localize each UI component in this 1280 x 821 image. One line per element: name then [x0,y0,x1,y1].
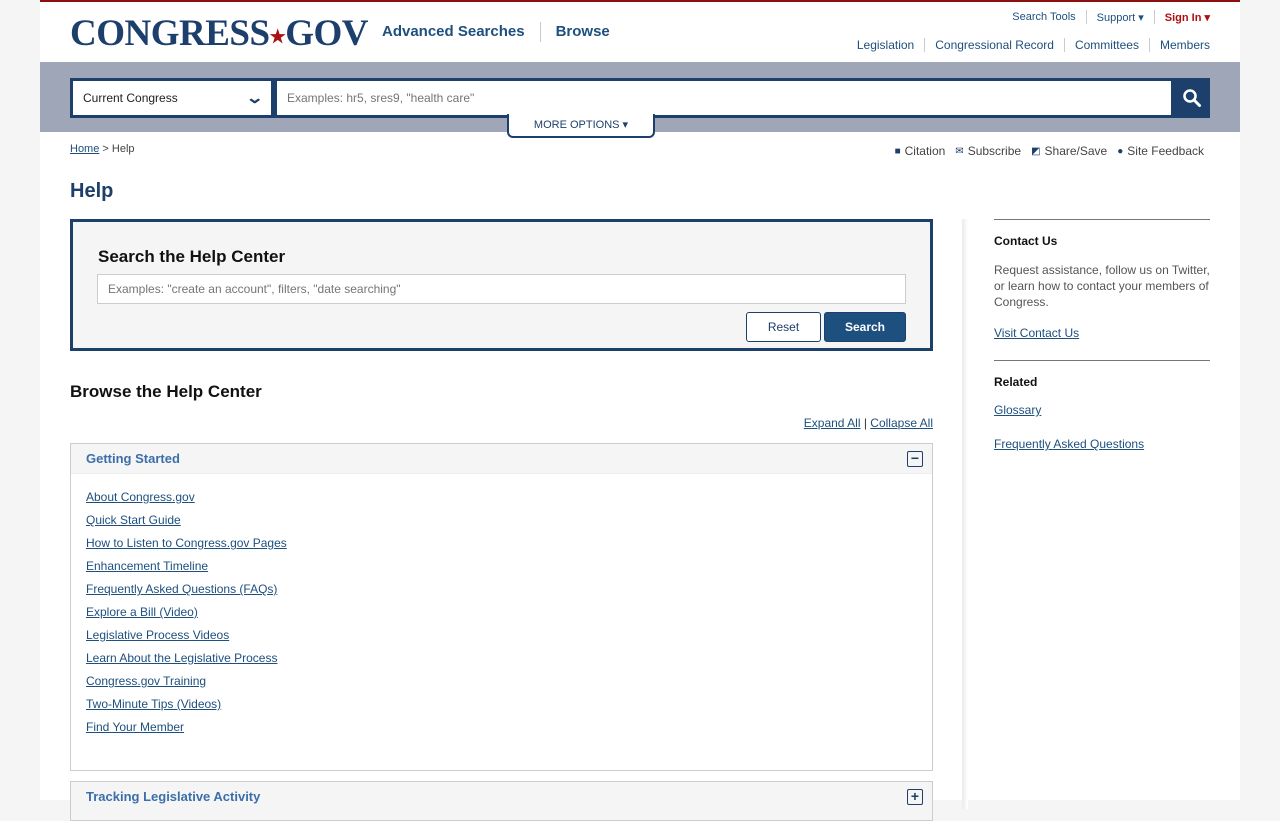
breadcrumb: Home > Help [70,143,135,155]
help-link[interactable]: Learn About the Legislative Process [86,651,277,665]
list-item: How to Listen to Congress.gov Pages [86,534,932,557]
collapse-icon[interactable]: − [907,451,923,467]
accordion-header[interactable]: Getting Started − [71,444,932,474]
page-title: Help [70,180,114,202]
share-icon: ◩ [1031,145,1041,157]
list-item: Learn About the Legislative Process [86,649,932,672]
help-link[interactable]: How to Listen to Congress.gov Pages [86,536,287,550]
list-item: Enhancement Timeline [86,557,932,580]
nav-congressional-record[interactable]: Congressional Record [925,38,1064,52]
share-save-label: Share/Save [1044,144,1108,158]
expand-collapse-controls: Expand All | Collapse All [804,416,933,430]
help-link[interactable]: Legislative Process Videos [86,628,229,642]
list-item: About Congress.gov [86,488,932,511]
expand-collapse-divider: | [860,416,871,430]
search-band: Current Congress ⌄ MORE OPTIONS ▾ [40,62,1240,138]
help-search-panel: Search the Help Center Reset Search [70,219,933,351]
nav-browse[interactable]: Browse [541,22,625,42]
main-search-input[interactable] [274,78,1174,118]
help-link[interactable]: Enhancement Timeline [86,559,208,573]
accordion-title: Getting Started [86,451,180,466]
help-link[interactable]: About Congress.gov [86,490,195,504]
share-save-tool[interactable]: ◩ Share/Save [1031,144,1107,158]
breadcrumb-separator: > [99,143,112,155]
sidebar: Contact Us Request assistance, follow us… [994,219,1210,471]
help-search-button[interactable]: Search [824,312,906,342]
subscribe-tool[interactable]: ✉ Subscribe [955,144,1021,158]
main-search-button[interactable] [1174,78,1210,118]
list-item: Explore a Bill (Video) [86,603,932,626]
faq-link[interactable]: Frequently Asked Questions [994,437,1210,451]
breadcrumb-current: Help [111,143,135,155]
page-tools: ■ Citation ✉ Subscribe ◩ Share/Save ● Site F… [885,144,1204,158]
search-icon [1183,89,1201,107]
support-menu[interactable]: Support ▾ [1087,11,1154,24]
related-title: Related [994,375,1038,389]
list-item: Legislative Process Videos [86,626,932,649]
help-link[interactable]: Explore a Bill (Video) [86,605,198,619]
secondary-nav: Legislation Congressional Record Committ… [847,38,1210,52]
logo-star-icon: ★ [269,26,286,47]
list-item: Congress.gov Training [86,672,932,695]
help-link[interactable]: Two-Minute Tips (Videos) [86,697,221,711]
list-item: Quick Start Guide [86,511,932,534]
speech-bubble-icon: ● [1117,145,1124,157]
scope-select-value: Current Congress [83,91,178,105]
expand-all-link[interactable]: Expand All [804,416,861,430]
more-options-button[interactable]: MORE OPTIONS ▾ [507,114,655,138]
list-item: Two-Minute Tips (Videos) [86,695,932,718]
reset-button[interactable]: Reset [746,312,821,342]
utility-nav: Search Tools Support ▾ Sign In ▾ [1002,10,1210,24]
accordion-tracking-legislative-activity[interactable]: Tracking Legislative Activity + [70,781,933,821]
sidebar-divider [962,219,968,809]
note-icon: ■ [894,145,901,157]
contact-us-section: Contact Us Request assistance, follow us… [994,219,1210,340]
primary-nav: Advanced Searches Browse [382,22,625,42]
nav-members[interactable]: Members [1150,38,1210,52]
help-search-input[interactable] [97,274,906,304]
citation-tool[interactable]: ■ Citation [895,144,946,158]
help-link[interactable]: Quick Start Guide [86,513,181,527]
site-feedback-tool[interactable]: ● Site Feedback [1117,144,1204,158]
list-item: Find Your Member [86,718,932,741]
congress-gov-logo[interactable]: CONGRESS★GOV [70,14,368,57]
collapse-all-link[interactable]: Collapse All [870,416,933,430]
search-tools-link[interactable]: Search Tools [1002,11,1085,23]
page: CONGRESS★GOV Advanced Searches Browse Se… [40,0,1240,821]
contact-us-title: Contact Us [994,234,1058,248]
envelope-icon: ✉ [955,145,964,157]
citation-label: Citation [904,144,946,158]
congress-scope-select[interactable]: Current Congress ⌄ [70,78,274,118]
nav-advanced-searches[interactable]: Advanced Searches [382,22,540,42]
nav-legislation[interactable]: Legislation [847,38,924,52]
browse-help-title: Browse the Help Center [70,382,262,401]
related-section: Related Glossary Frequently Asked Questi… [994,360,1210,451]
help-link[interactable]: Congress.gov Training [86,674,206,688]
accordion-getting-started: Getting Started − About Congress.gov Qui… [70,443,933,771]
help-link[interactable]: Find Your Member [86,720,184,734]
breadcrumb-home[interactable]: Home [70,143,99,155]
list-item: Frequently Asked Questions (FAQs) [86,580,932,603]
accordion-title: Tracking Legislative Activity [86,789,261,804]
nav-committees[interactable]: Committees [1065,38,1149,52]
visit-contact-us-link[interactable]: Visit Contact Us [994,326,1210,340]
logo-text-right: GOV [285,13,368,54]
help-search-title: Search the Help Center [98,247,286,266]
glossary-link[interactable]: Glossary [994,403,1210,417]
site-feedback-label: Site Feedback [1127,144,1204,158]
logo-text-left: CONGRESS [70,13,270,54]
help-link-list: About Congress.gov Quick Start Guide How… [71,474,932,741]
help-link[interactable]: Frequently Asked Questions (FAQs) [86,582,277,596]
subscribe-label: Subscribe [967,144,1022,158]
chevron-down-icon: ⌄ [244,90,264,107]
sign-in-menu[interactable]: Sign In ▾ [1155,11,1210,24]
contact-us-text: Request assistance, follow us on Twitter… [994,263,1210,309]
expand-icon[interactable]: + [907,789,923,805]
